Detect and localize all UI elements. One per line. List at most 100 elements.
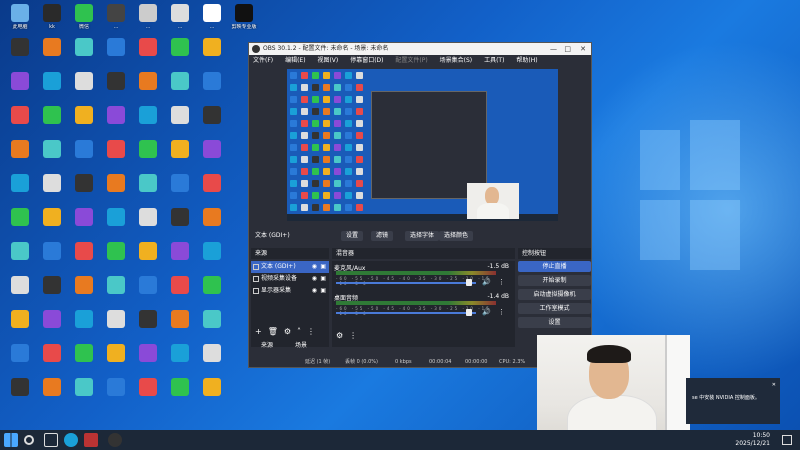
desktop-icon[interactable] <box>164 276 196 308</box>
desktop-icon[interactable] <box>36 106 68 138</box>
notification-center-icon[interactable] <box>782 435 792 445</box>
desktop-icon[interactable] <box>36 344 68 376</box>
tab-scenes[interactable]: 场景 <box>295 340 307 349</box>
desktop-icon[interactable] <box>68 174 100 206</box>
desktop-icon[interactable]: ... <box>196 4 228 36</box>
desktop-icon[interactable] <box>164 208 196 240</box>
desktop-icon[interactable] <box>100 310 132 342</box>
desktop-icon[interactable] <box>196 106 228 138</box>
desktop-icon[interactable] <box>196 38 228 70</box>
volume-slider[interactable] <box>336 312 476 314</box>
menu-edit[interactable]: 编辑(E) <box>285 57 305 64</box>
desktop-icon[interactable] <box>4 106 36 138</box>
desktop-icon[interactable] <box>68 242 100 274</box>
desktop-icon[interactable]: 微信 <box>68 4 100 36</box>
gear-icon[interactable]: ⚙ <box>284 327 297 336</box>
source-item[interactable]: 文本 (GDI+) ◉ ▣ <box>251 261 329 273</box>
desktop-icon[interactable]: 剪映专业版 <box>228 4 260 36</box>
lock-icon[interactable]: ▣ <box>320 261 326 273</box>
settings-button[interactable]: 设置 <box>518 317 591 328</box>
tab-sources[interactable]: 来源 <box>261 340 273 349</box>
desktop-icon[interactable] <box>36 310 68 342</box>
obs-taskbar-icon[interactable] <box>108 433 122 447</box>
desktop-icon[interactable] <box>100 208 132 240</box>
gear-icon[interactable]: ⚙ <box>336 331 349 340</box>
source-item[interactable]: 显示器采集 ◉ ▣ <box>251 285 329 297</box>
desktop-icon[interactable] <box>164 72 196 104</box>
desktop-icon[interactable] <box>36 72 68 104</box>
desktop-icon[interactable] <box>68 378 100 410</box>
eye-icon[interactable]: ◉ <box>312 273 317 285</box>
desktop-icon[interactable] <box>164 344 196 376</box>
desktop-icon[interactable] <box>36 378 68 410</box>
desktop-icon[interactable] <box>132 242 164 274</box>
desktop-icon[interactable] <box>196 378 228 410</box>
desktop-icon[interactable] <box>164 140 196 172</box>
desktop-icon[interactable] <box>100 106 132 138</box>
search-icon[interactable] <box>24 435 34 445</box>
menu-view[interactable]: 视图(V) <box>317 57 338 64</box>
desktop-icon[interactable] <box>4 72 36 104</box>
maximize-button[interactable]: □ <box>564 43 571 55</box>
select-font-button[interactable]: 选择字体 <box>405 231 440 241</box>
desktop-icon[interactable] <box>36 276 68 308</box>
close-button[interactable]: ✕ <box>580 43 586 55</box>
eye-icon[interactable]: ◉ <box>312 285 317 297</box>
obs-titlebar[interactable]: OBS 30.1.2 - 配置文件: 未命名 - 场景: 未命名 — □ ✕ <box>249 43 591 55</box>
desktop-icon[interactable] <box>4 378 36 410</box>
menu-docks[interactable]: 停靠窗口(D) <box>350 57 383 64</box>
desktop-icon[interactable] <box>4 242 36 274</box>
obs-window[interactable]: OBS 30.1.2 - 配置文件: 未命名 - 场景: 未命名 — □ ✕ 文… <box>248 42 592 368</box>
desktop-icon[interactable] <box>100 276 132 308</box>
eye-icon[interactable]: ◉ <box>312 261 317 273</box>
desktop-icon[interactable] <box>132 208 164 240</box>
task-view-icon[interactable] <box>44 433 58 447</box>
desktop-icon[interactable] <box>196 242 228 274</box>
desktop-icon[interactable] <box>68 140 100 172</box>
desktop-icon[interactable] <box>4 344 36 376</box>
desktop-icon[interactable] <box>164 378 196 410</box>
desktop-icon[interactable] <box>68 72 100 104</box>
desktop-icon[interactable]: kk <box>36 4 68 36</box>
more-icon[interactable]: ⋮ <box>349 331 363 340</box>
start-recording-button[interactable]: 开始录制 <box>518 275 591 286</box>
desktop-icon[interactable]: 此电脑 <box>4 4 36 36</box>
desktop-icon[interactable]: ... <box>132 4 164 36</box>
desktop-icon[interactable] <box>132 310 164 342</box>
stop-streaming-button[interactable]: 停止直播 <box>518 261 591 272</box>
desktop-icon[interactable] <box>4 208 36 240</box>
desktop-icon[interactable] <box>100 72 132 104</box>
desktop-icon[interactable] <box>132 72 164 104</box>
desktop-icon[interactable] <box>100 378 132 410</box>
desktop-icon[interactable] <box>36 242 68 274</box>
desktop-icon[interactable] <box>4 38 36 70</box>
minimize-button[interactable]: — <box>550 43 557 55</box>
desktop-icon[interactable] <box>132 276 164 308</box>
desktop-icon[interactable] <box>164 310 196 342</box>
desktop-icon[interactable] <box>196 140 228 172</box>
desktop-icon[interactable] <box>4 140 36 172</box>
desktop-icon[interactable] <box>36 174 68 206</box>
desktop-icon[interactable] <box>132 140 164 172</box>
desktop-icon[interactable] <box>132 106 164 138</box>
desktop-icon[interactable] <box>164 38 196 70</box>
menu-file[interactable]: 文件(F) <box>253 57 273 64</box>
edge-icon[interactable] <box>64 433 78 447</box>
notification-toast[interactable]: ✕ se 中安装 NVIDIA 控制面板。 <box>686 378 780 424</box>
filters-button[interactable]: 滤镜 <box>371 231 394 241</box>
app-icon[interactable] <box>84 433 98 447</box>
clock[interactable]: 10:50 2025/12/21 <box>735 432 770 448</box>
desktop-icon[interactable] <box>196 276 228 308</box>
desktop-icon[interactable] <box>68 344 100 376</box>
desktop-icon[interactable] <box>4 276 36 308</box>
desktop-icon[interactable] <box>164 242 196 274</box>
desktop-icon[interactable] <box>68 106 100 138</box>
more-icon[interactable]: ⋮ <box>498 278 505 286</box>
desktop-icon[interactable] <box>4 174 36 206</box>
desktop-icon[interactable] <box>68 276 100 308</box>
volume-slider[interactable] <box>336 282 476 284</box>
desktop-icon[interactable] <box>100 242 132 274</box>
menu-help[interactable]: 帮助(H) <box>516 57 537 64</box>
desktop-icon[interactable] <box>132 344 164 376</box>
windows-start-icon[interactable] <box>4 433 18 447</box>
